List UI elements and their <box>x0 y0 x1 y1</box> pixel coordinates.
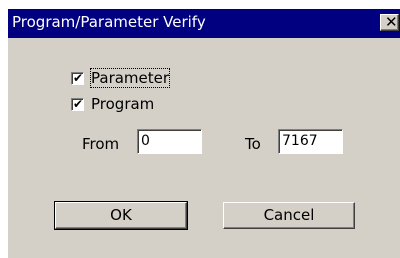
close-button[interactable]: ✕ <box>380 13 399 31</box>
to-input[interactable]: 7167 <box>278 129 343 154</box>
from-label: From <box>82 135 120 153</box>
program-option[interactable]: ✔ Program <box>71 95 201 115</box>
to-label: To <box>245 135 261 153</box>
parameter-checkbox[interactable]: ✔ <box>71 71 84 85</box>
cancel-button[interactable]: Cancel <box>223 202 355 229</box>
parameter-option[interactable]: ✔ Parameter <box>71 68 201 89</box>
program-label[interactable]: Program <box>91 95 154 113</box>
dialog-title: Program/Parameter Verify <box>12 13 206 31</box>
close-icon: ✕ <box>385 13 398 31</box>
verify-dialog: Program/Parameter Verify ✕ ✔ Parameter ✔… <box>7 8 400 258</box>
from-input[interactable]: 0 <box>137 129 202 154</box>
checkmark-icon: ✔ <box>73 97 84 111</box>
title-bar[interactable]: Program/Parameter Verify ✕ <box>8 9 400 38</box>
program-checkbox[interactable]: ✔ <box>71 97 84 111</box>
checkmark-icon: ✔ <box>73 71 84 85</box>
ok-button[interactable]: OK <box>54 201 188 230</box>
parameter-label[interactable]: Parameter <box>89 68 171 88</box>
